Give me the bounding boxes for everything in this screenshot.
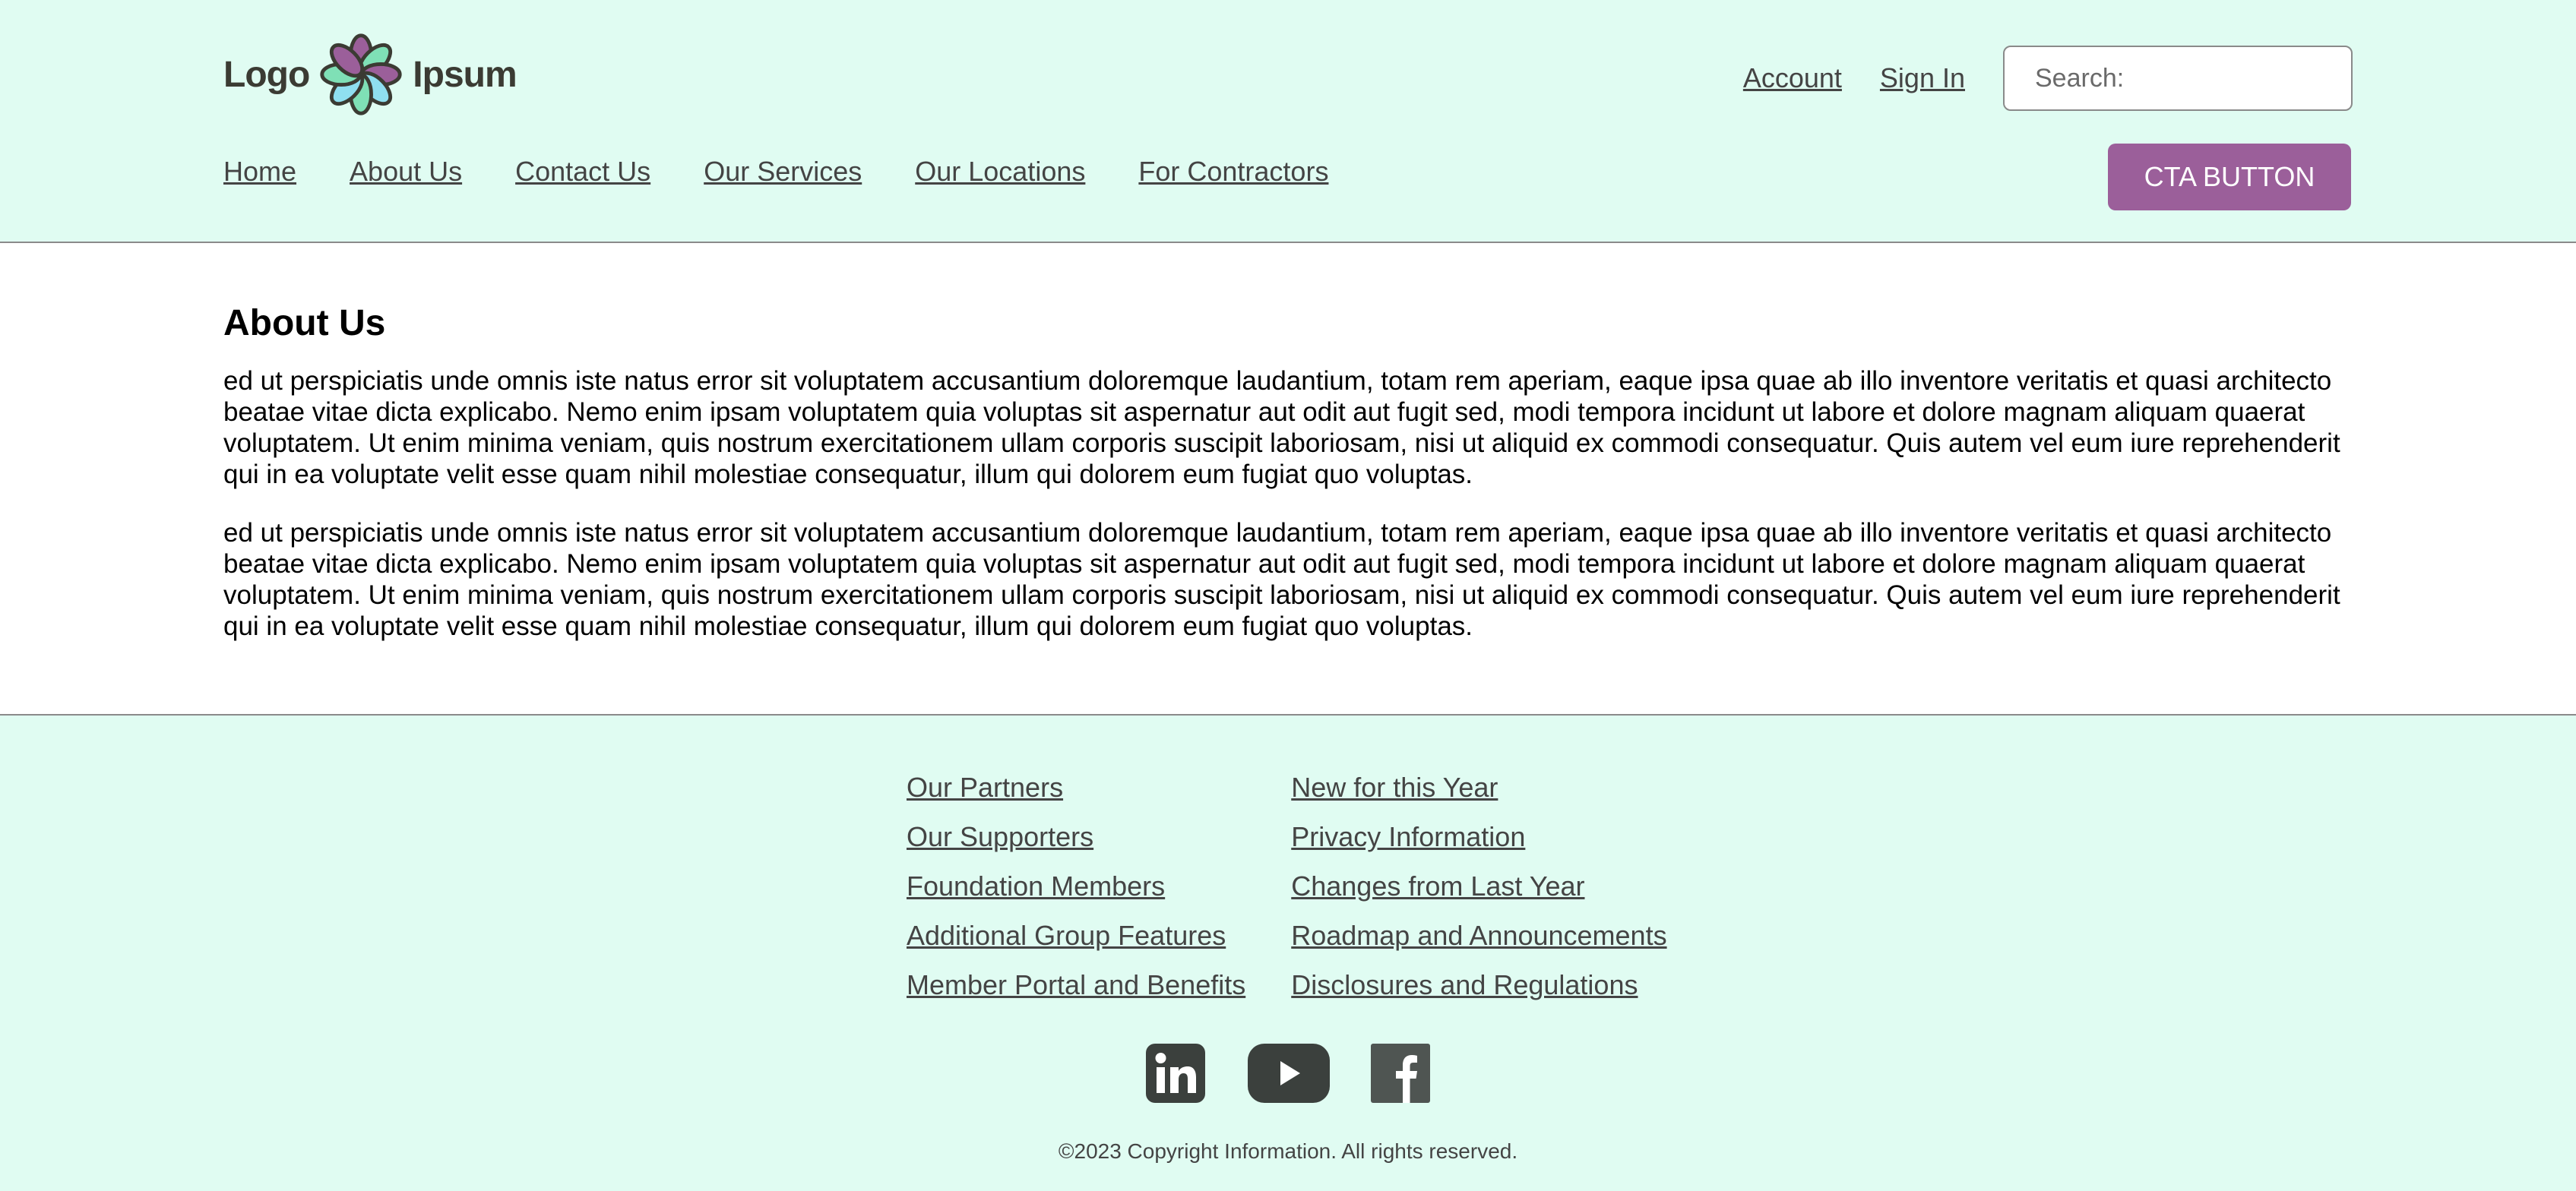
nav-for-contractors[interactable]: For Contractors [1138, 156, 1328, 188]
utility-nav: Account Sign In [1743, 46, 2353, 111]
main-content: About Us ed ut perspiciatis unde omnis i… [223, 243, 2359, 669]
footer-column-1: Our Partners Our Supporters Foundation M… [907, 763, 1245, 1009]
flower-logo-icon [320, 33, 402, 115]
footer-column-2: New for this Year Privacy Information Ch… [1291, 763, 1666, 1009]
footer-link-new-for-this-year[interactable]: New for this Year [1291, 763, 1666, 812]
nav-our-services[interactable]: Our Services [704, 156, 862, 188]
site-header: Logo Ipsum Account Sign In Home About Us… [0, 0, 2576, 243]
sign-in-link[interactable]: Sign In [1880, 62, 1965, 94]
copyright-text: ©2023 Copyright Information. All rights … [1058, 1139, 1518, 1163]
body-paragraph: ed ut perspiciatis unde omnis iste natus… [223, 517, 2340, 641]
logo[interactable]: Logo Ipsum [223, 30, 517, 118]
nav-our-locations[interactable]: Our Locations [915, 156, 1085, 188]
main-nav: Home About Us Contact Us Our Services Ou… [223, 156, 1381, 188]
social-links [1146, 1044, 1430, 1103]
footer-link-foundation-members[interactable]: Foundation Members [907, 861, 1245, 911]
footer-link-privacy-information[interactable]: Privacy Information [1291, 812, 1666, 861]
facebook-icon[interactable] [1371, 1044, 1430, 1103]
linkedin-icon[interactable] [1146, 1044, 1205, 1103]
search-input[interactable] [2003, 46, 2353, 111]
account-link[interactable]: Account [1743, 62, 1842, 94]
footer-link-changes-from-last-year[interactable]: Changes from Last Year [1291, 861, 1666, 911]
site-footer: Our Partners Our Supporters Foundation M… [0, 714, 2576, 1191]
page-title: About Us [223, 303, 386, 343]
footer-link-member-portal[interactable]: Member Portal and Benefits [907, 960, 1245, 1009]
nav-home[interactable]: Home [223, 156, 296, 188]
body-paragraph: ed ut perspiciatis unde omnis iste natus… [223, 365, 2340, 489]
footer-link-roadmap[interactable]: Roadmap and Announcements [1291, 911, 1666, 960]
footer-link-additional-group-features[interactable]: Additional Group Features [907, 911, 1245, 960]
footer-link-our-supporters[interactable]: Our Supporters [907, 812, 1245, 861]
footer-link-our-partners[interactable]: Our Partners [907, 763, 1245, 812]
footer-links: Our Partners Our Supporters Foundation M… [907, 763, 1713, 1009]
nav-about-us[interactable]: About Us [350, 156, 462, 188]
logo-word-right: Ipsum [413, 54, 517, 95]
youtube-icon[interactable] [1248, 1044, 1330, 1103]
cta-button[interactable]: CTA BUTTON [2108, 144, 2351, 210]
nav-contact-us[interactable]: Contact Us [515, 156, 650, 188]
logo-word-left: Logo [223, 54, 310, 95]
footer-link-disclosures[interactable]: Disclosures and Regulations [1291, 960, 1666, 1009]
